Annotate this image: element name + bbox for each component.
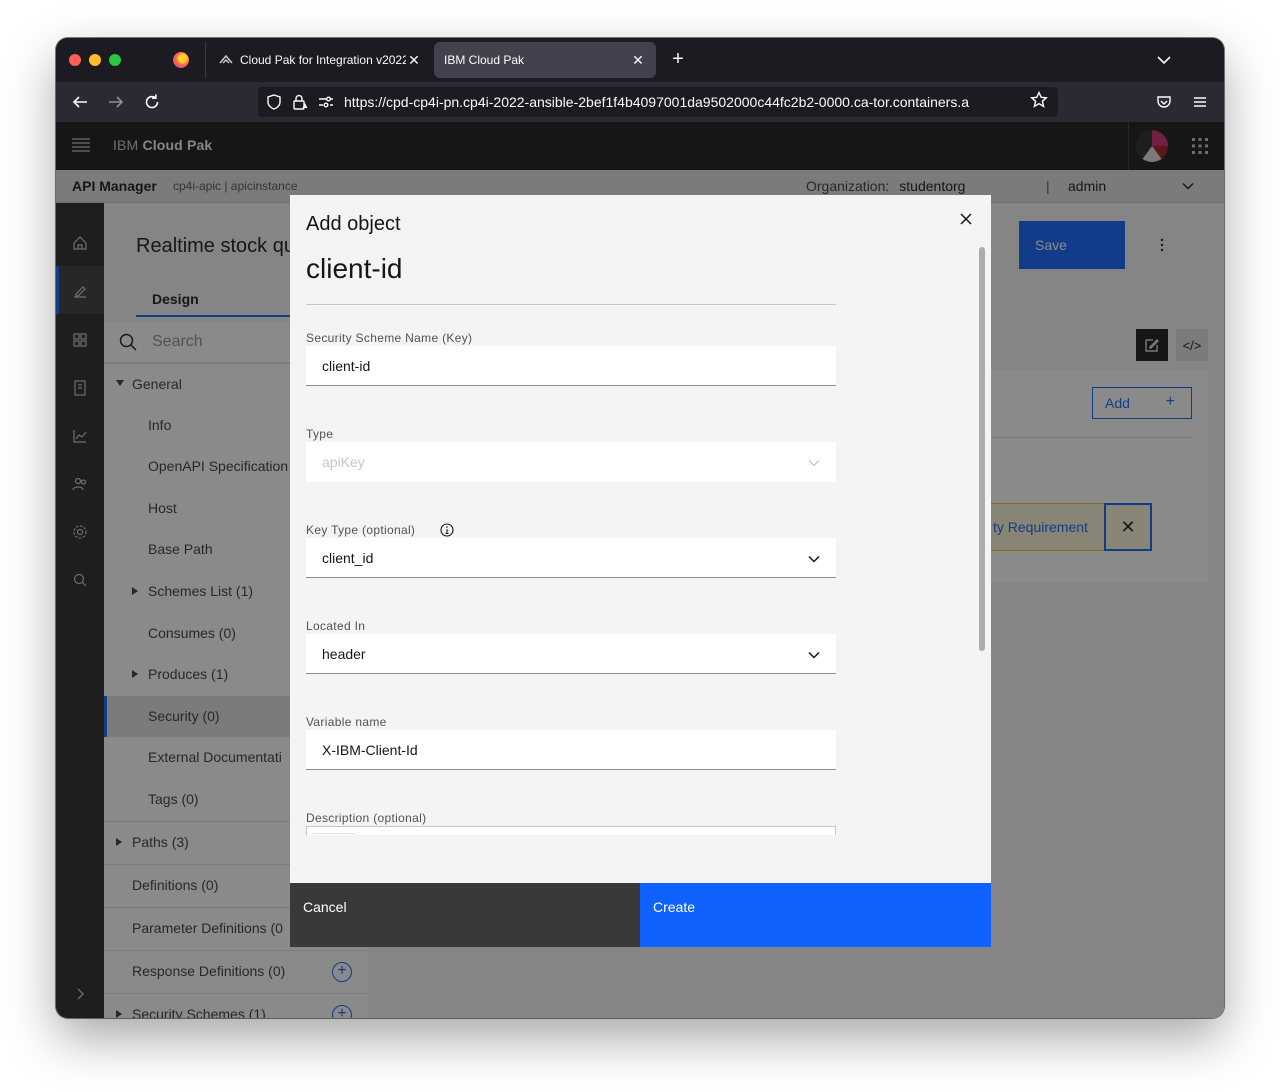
close-icon[interactable] [956, 209, 976, 229]
key-type-label: Key Type (optional) [306, 523, 454, 537]
cloud-pak-favicon-icon [218, 54, 234, 66]
modal-label: Add object [306, 213, 401, 235]
description-editor[interactable] [306, 826, 836, 835]
close-tab-icon[interactable]: ✕ [406, 52, 422, 69]
lock-warning-icon[interactable] [292, 94, 308, 110]
tracking-shield-icon[interactable] [266, 94, 282, 110]
browser-tab-cloud-pak-integration[interactable]: Cloud Pak for Integration v2022 ✕ [208, 42, 432, 78]
create-button[interactable]: Create [640, 883, 991, 947]
modal-heading: client-id [306, 253, 403, 284]
pocket-icon[interactable] [1152, 90, 1176, 114]
key-type-label-text: Key Type (optional) [306, 523, 416, 537]
browser-window: Cloud Pak for Integration v2022 ✕ IBM Cl… [56, 38, 1224, 1018]
variable-name-input[interactable]: X-IBM-Client-Id [306, 730, 836, 770]
list-all-tabs-icon[interactable] [1154, 50, 1174, 70]
scheme-name-label: Security Scheme Name (Key) [306, 331, 473, 345]
chevron-down-icon [808, 456, 820, 468]
located-in-label: Located In [306, 619, 366, 633]
url-text[interactable]: https://cpd-cp4i-pn.cp4i-2022-ansible-2b… [344, 94, 1030, 110]
cancel-button[interactable]: Cancel [290, 883, 640, 947]
located-in-select[interactable]: header [306, 634, 836, 674]
tab-title: IBM Cloud Pak [444, 53, 525, 67]
tab-separator [205, 42, 206, 78]
chevron-down-icon [808, 648, 820, 660]
bookmark-star-icon[interactable] [1030, 90, 1050, 114]
modal-body[interactable]: client-id Security Scheme Name (Key) cli… [290, 245, 991, 835]
description-label: Description (optional) [306, 811, 427, 825]
url-bar-icons [266, 94, 334, 110]
browser-navbar: https://cpd-cp4i-pn.cp4i-2022-ansible-2b… [56, 82, 1224, 122]
modal-scrollbar-thumb[interactable] [979, 247, 985, 651]
new-tab-button[interactable]: + [666, 48, 690, 72]
permissions-icon[interactable] [318, 94, 334, 110]
app-area: IBM Cloud Pak API Manager cp4i-apic | ap… [56, 122, 1224, 1018]
key-type-select[interactable]: client_id [306, 538, 836, 578]
back-icon[interactable] [68, 90, 92, 114]
app-menu-icon[interactable] [1188, 90, 1212, 114]
scheme-name-input[interactable]: client-id [306, 346, 836, 386]
close-tab-icon[interactable]: ✕ [630, 52, 646, 69]
variable-name-label: Variable name [306, 715, 387, 729]
located-in-value: header [322, 646, 366, 662]
divider [306, 304, 836, 305]
reload-icon[interactable] [140, 90, 164, 114]
type-label: Type [306, 427, 334, 441]
url-bar[interactable]: https://cpd-cp4i-pn.cp4i-2022-ansible-2b… [258, 87, 1058, 117]
editor-toolbar-button[interactable] [313, 833, 355, 835]
close-window-button[interactable] [69, 54, 81, 66]
chevron-down-icon [808, 552, 820, 564]
browser-tab-ibm-cloud-pak[interactable]: IBM Cloud Pak ✕ [434, 42, 656, 78]
tab-strip: Cloud Pak for Integration v2022 ✕ IBM Cl… [56, 38, 1224, 82]
information-icon[interactable] [440, 523, 454, 537]
add-object-modal: Add object client-id Security Scheme Nam… [290, 195, 991, 947]
minimize-window-button[interactable] [89, 54, 101, 66]
firefox-icon [173, 52, 189, 68]
type-value: apiKey [322, 454, 365, 470]
forward-icon[interactable] [104, 90, 128, 114]
zoom-window-button[interactable] [109, 54, 121, 66]
key-type-value: client_id [322, 550, 374, 566]
type-select: apiKey [306, 442, 836, 482]
tab-title: Cloud Pak for Integration v2022 [240, 53, 406, 67]
